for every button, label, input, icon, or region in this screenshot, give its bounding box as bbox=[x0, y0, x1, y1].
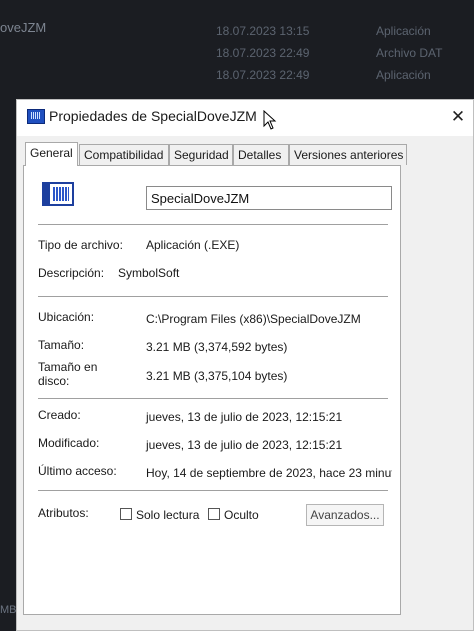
separator bbox=[38, 490, 388, 491]
tab-detalles[interactable]: Detalles bbox=[233, 144, 289, 165]
tab-seguridad[interactable]: Seguridad bbox=[169, 144, 233, 165]
background-row-type: Archivo DAT bbox=[376, 46, 443, 60]
title-bar[interactable]: Propiedades de SpecialDoveJZM ✕ bbox=[17, 100, 473, 136]
background-size-fragment: MB bbox=[0, 604, 17, 616]
separator bbox=[38, 398, 388, 399]
program-icon bbox=[42, 182, 74, 206]
file-type-label: Tipo de archivo: bbox=[38, 238, 123, 252]
file-name-input[interactable] bbox=[146, 186, 392, 210]
description-label: Descripción: bbox=[38, 266, 105, 280]
advanced-button[interactable]: Avanzados... bbox=[306, 504, 384, 526]
size-value: 3.21 MB (3,374,592 bytes) bbox=[146, 340, 288, 354]
created-label: Creado: bbox=[38, 408, 81, 422]
tab-versiones-anteriores[interactable]: Versiones anteriores bbox=[289, 144, 407, 165]
last-access-label: Último acceso: bbox=[38, 464, 117, 478]
attributes-label: Atributos: bbox=[38, 506, 89, 520]
size-on-disk-label-line2: disco: bbox=[38, 374, 70, 388]
read-only-checkbox[interactable] bbox=[120, 508, 132, 520]
modified-value: jueves, 13 de julio de 2023, 12:15:21 bbox=[146, 438, 343, 452]
separator bbox=[38, 224, 388, 225]
tab-compatibilidad[interactable]: Compatibilidad bbox=[79, 144, 169, 165]
dialog-title: Propiedades de SpecialDoveJZM bbox=[49, 108, 257, 124]
background-row-type: Aplicación bbox=[376, 68, 431, 82]
file-type-value: Aplicación (.EXE) bbox=[146, 238, 240, 252]
general-panel: Tipo de archivo: Aplicación (.EXE) Descr… bbox=[23, 165, 401, 615]
background-row-date: 18.07.2023 13:15 bbox=[216, 24, 310, 38]
read-only-label[interactable]: Solo lectura bbox=[136, 508, 199, 522]
size-label: Tamaño: bbox=[38, 338, 85, 352]
background-row-date: 18.07.2023 22:49 bbox=[216, 46, 310, 60]
background-file-name: oveJZM bbox=[0, 20, 47, 35]
background-row-date: 18.07.2023 22:49 bbox=[216, 68, 310, 82]
created-value: jueves, 13 de julio de 2023, 12:15:21 bbox=[146, 410, 343, 424]
modified-label: Modificado: bbox=[38, 436, 100, 450]
size-on-disk-label-line1: Tamaño en bbox=[38, 360, 98, 374]
separator bbox=[38, 296, 388, 297]
hidden-checkbox[interactable] bbox=[208, 508, 220, 520]
background-row-type: Aplicación bbox=[376, 24, 431, 38]
last-access-value: Hoy, 14 de septiembre de 2023, hace 23 m… bbox=[146, 466, 392, 480]
tab-general[interactable]: General bbox=[25, 142, 78, 166]
close-button[interactable]: ✕ bbox=[449, 108, 467, 126]
description-value: SymbolSoft bbox=[118, 266, 180, 280]
properties-dialog: Propiedades de SpecialDoveJZM ✕ General … bbox=[16, 99, 474, 631]
location-label: Ubicación: bbox=[38, 310, 95, 324]
mouse-cursor-icon bbox=[263, 110, 277, 130]
size-on-disk-value: 3.21 MB (3,375,104 bytes) bbox=[146, 369, 288, 383]
app-icon bbox=[27, 109, 45, 124]
hidden-label[interactable]: Oculto bbox=[224, 508, 259, 522]
location-value: C:\Program Files (x86)\SpecialDoveJZM bbox=[146, 312, 361, 326]
